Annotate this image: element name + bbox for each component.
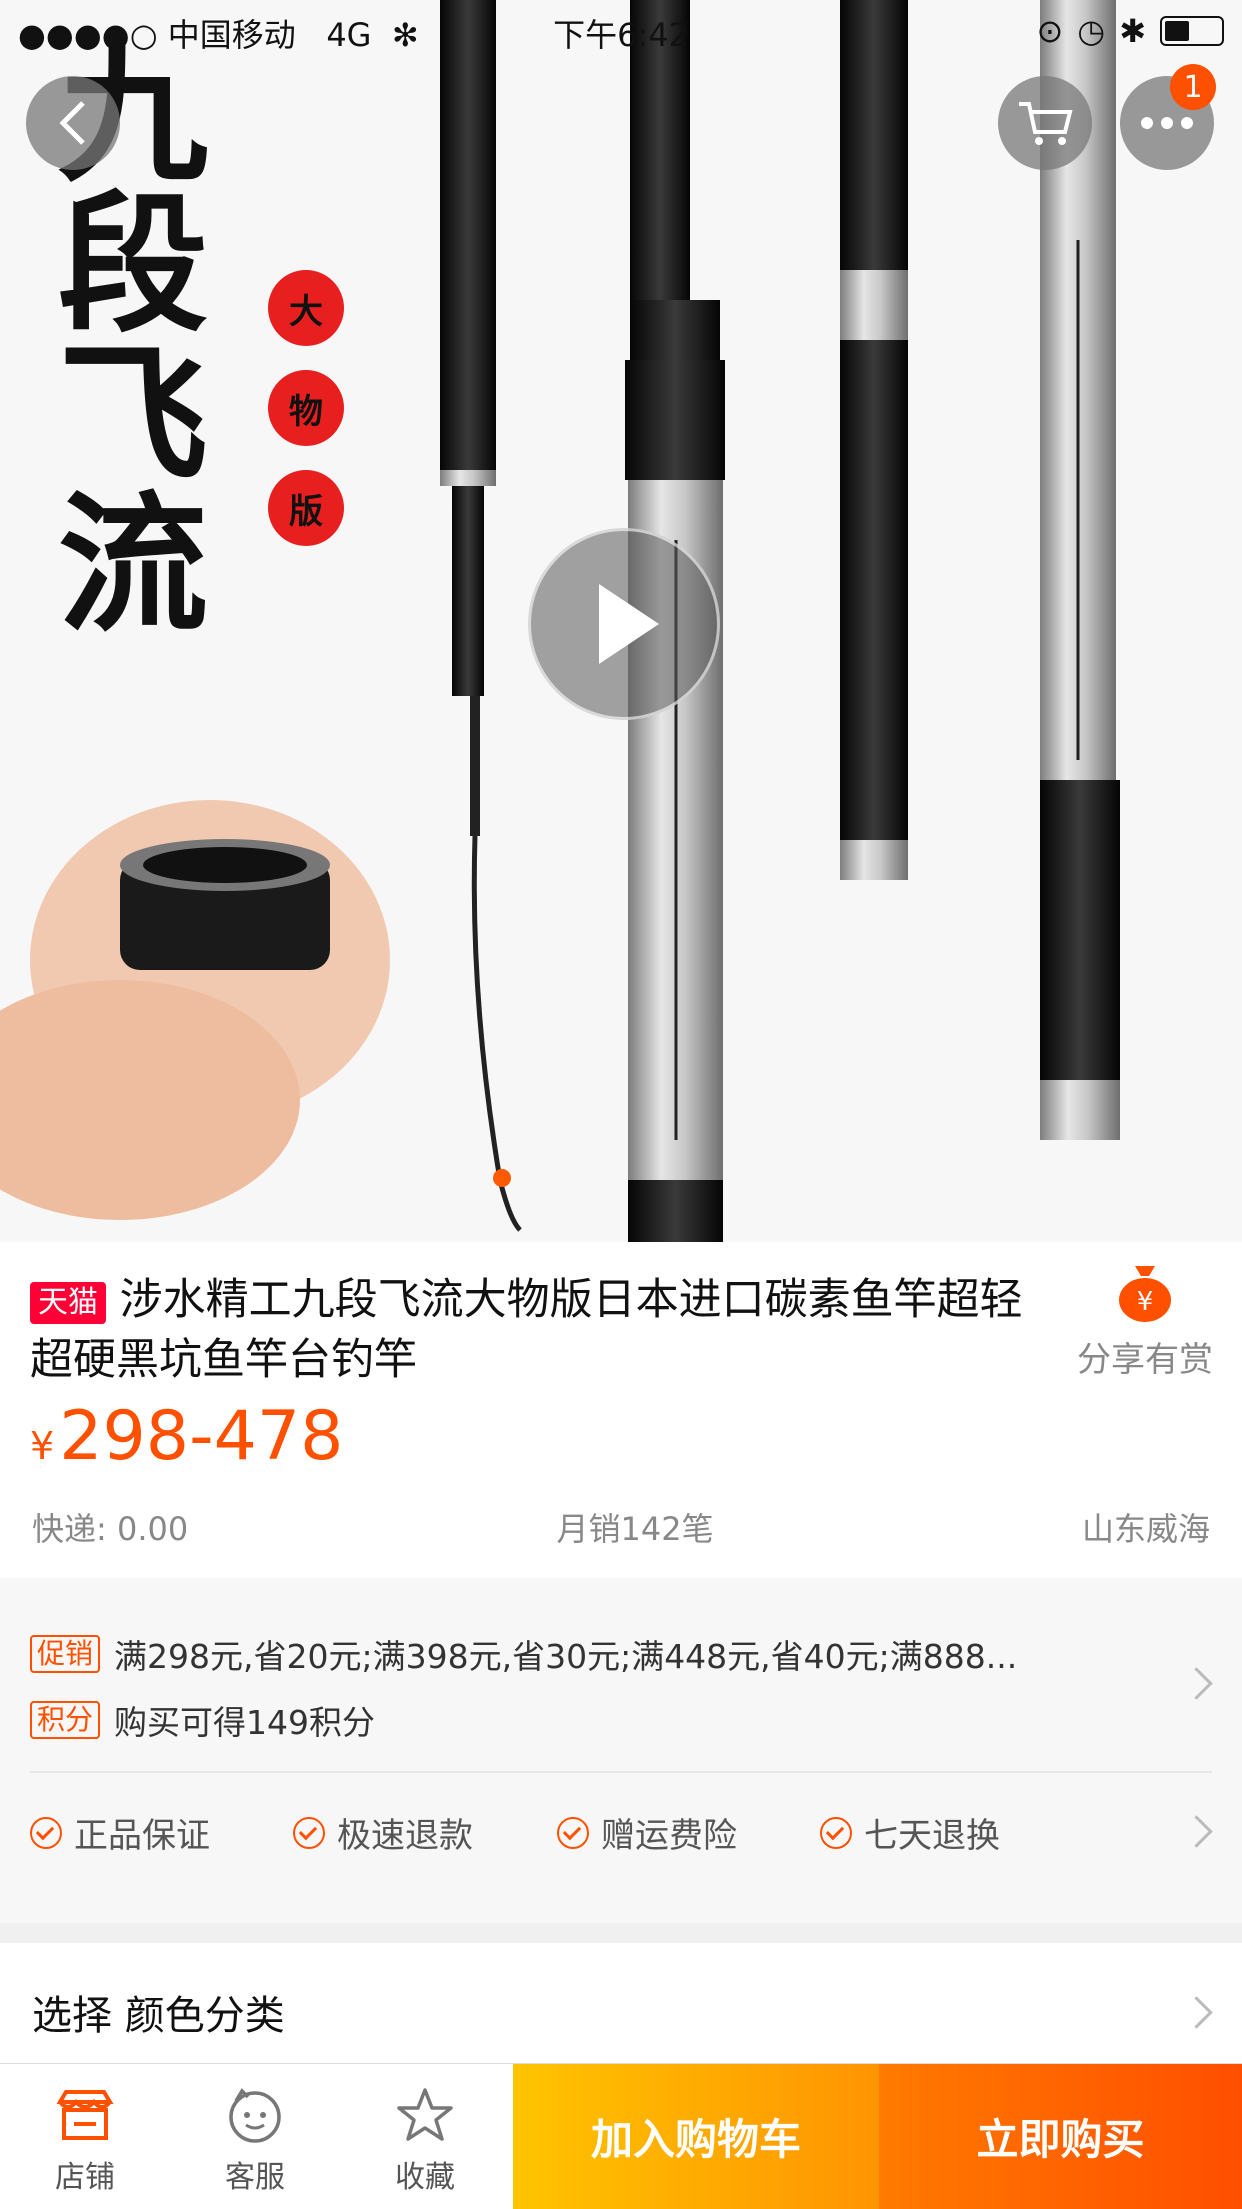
sku-select-label: 选择 颜色分类 — [32, 1993, 285, 2039]
check-circle-icon — [820, 1816, 852, 1849]
rotation-lock-icon: ⊙ — [1036, 12, 1064, 50]
divider — [30, 1771, 1212, 1773]
guarantee-label: 七天退换 — [864, 1816, 1000, 1856]
check-circle-icon — [30, 1816, 62, 1849]
status-bar: ●●●●○ 中国移动 4G ✻ 下午6:42 ⊙ ◷ ✱ — [0, 0, 1242, 64]
back-button[interactable] — [26, 76, 120, 170]
play-video-button[interactable] — [528, 528, 720, 720]
shop-button[interactable]: 店铺 — [0, 2064, 170, 2209]
guarantee-item[interactable]: 七天退换 — [820, 1808, 1000, 1857]
seal-1: 大 — [268, 270, 344, 346]
seal-2: 物 — [268, 370, 344, 446]
star-icon — [397, 2088, 453, 2141]
product-meta: 快递: 0.00 月销142笔 山东威海 — [32, 1504, 1210, 1550]
check-circle-icon — [293, 1816, 325, 1849]
product-title: 天猫 涉水精工九段飞流大物版日本进口碳素鱼竿超轻超硬黑坑鱼竿台钓竿 — [30, 1270, 1040, 1390]
promo-section[interactable]: 促销 满298元,省20元;满398元,省30元;满448元,省40元;满888… — [0, 1578, 1242, 1923]
promotion-row[interactable]: 促销 满298元,省20元;满398元,省30元;满448元,省40元;满888… — [30, 1630, 1017, 1678]
promo-text: 满298元,省20元;满398元,省30元;满448元,省40元;满888... — [114, 1637, 1018, 1676]
seal-3: 版 — [268, 470, 344, 546]
currency-symbol: ¥ — [30, 1424, 55, 1468]
share-reward-button[interactable]: ¥ 分享有赏 — [1070, 1262, 1220, 1381]
guarantee-item[interactable]: 极速退款 — [293, 1808, 473, 1857]
chevron-right-icon — [1180, 1667, 1213, 1700]
cart-button[interactable] — [998, 76, 1092, 170]
promo-tag: 促销 — [30, 1635, 101, 1673]
points-text: 购买可得149积分 — [114, 1703, 376, 1742]
shop-label: 店铺 — [55, 2160, 115, 2195]
more-icon — [1141, 117, 1193, 129]
monthly-sales: 月销142笔 — [556, 1510, 714, 1548]
product-title-text: 涉水精工九段飞流大物版日本进口碳素鱼竿超轻超硬黑坑鱼竿台钓竿 — [30, 1275, 1023, 1385]
product-image[interactable]: 九段飞流 大 物 版 — [0, 0, 1242, 1242]
customer-service-label: 客服 — [225, 2160, 285, 2195]
guarantee-item[interactable]: 赠运费险 — [557, 1808, 737, 1857]
money-bag-icon: ¥ — [1119, 1266, 1171, 1322]
notification-badge: 1 — [1170, 64, 1216, 110]
points-tag: 积分 — [30, 1701, 101, 1739]
bluetooth-icon: ✱ — [1119, 12, 1146, 50]
sku-select-row[interactable]: 选择 颜色分类 — [0, 1923, 1242, 2063]
guarantee-label: 极速退款 — [337, 1816, 473, 1856]
favorite-button[interactable]: 收藏 — [340, 2064, 510, 2209]
guarantee-label: 赠运费险 — [601, 1816, 737, 1856]
guarantee-item[interactable]: 正品保证 — [30, 1808, 210, 1857]
guarantee-label: 正品保证 — [74, 1816, 210, 1856]
price: ¥ 298-478 — [30, 1397, 343, 1476]
product-info: 天猫 涉水精工九段飞流大物版日本进口碳素鱼竿超轻超硬黑坑鱼竿台钓竿 ¥ 分享有赏… — [0, 1242, 1242, 1578]
battery-icon — [1160, 16, 1224, 46]
cart-icon — [1019, 102, 1073, 145]
chevron-right-icon — [1180, 1996, 1213, 2029]
play-icon — [599, 584, 659, 664]
bottom-action-bar: 店铺 客服 收藏 加入购物车 立即购买 — [0, 2063, 1242, 2209]
price-value: 298-478 — [59, 1397, 344, 1476]
share-reward-label: 分享有赏 — [1077, 1340, 1213, 1380]
customer-service-icon — [229, 2088, 281, 2143]
alarm-icon: ◷ — [1077, 12, 1106, 50]
tmall-tag: 天猫 — [30, 1281, 106, 1324]
customer-service-button[interactable]: 客服 — [170, 2064, 340, 2209]
add-to-cart-button[interactable]: 加入购物车 — [513, 2064, 879, 2209]
check-circle-icon — [557, 1816, 589, 1849]
favorite-label: 收藏 — [395, 2160, 455, 2195]
shipping-fee: 快递: 0.00 — [32, 1510, 189, 1548]
chevron-left-icon — [59, 101, 85, 145]
store-icon — [56, 2090, 114, 2140]
ship-from-location: 山东威海 — [1081, 1510, 1210, 1548]
points-row[interactable]: 积分 购买可得149积分 — [30, 1696, 375, 1744]
svg-text:¥: ¥ — [1137, 1287, 1154, 1317]
buy-now-button[interactable]: 立即购买 — [879, 2064, 1242, 2209]
